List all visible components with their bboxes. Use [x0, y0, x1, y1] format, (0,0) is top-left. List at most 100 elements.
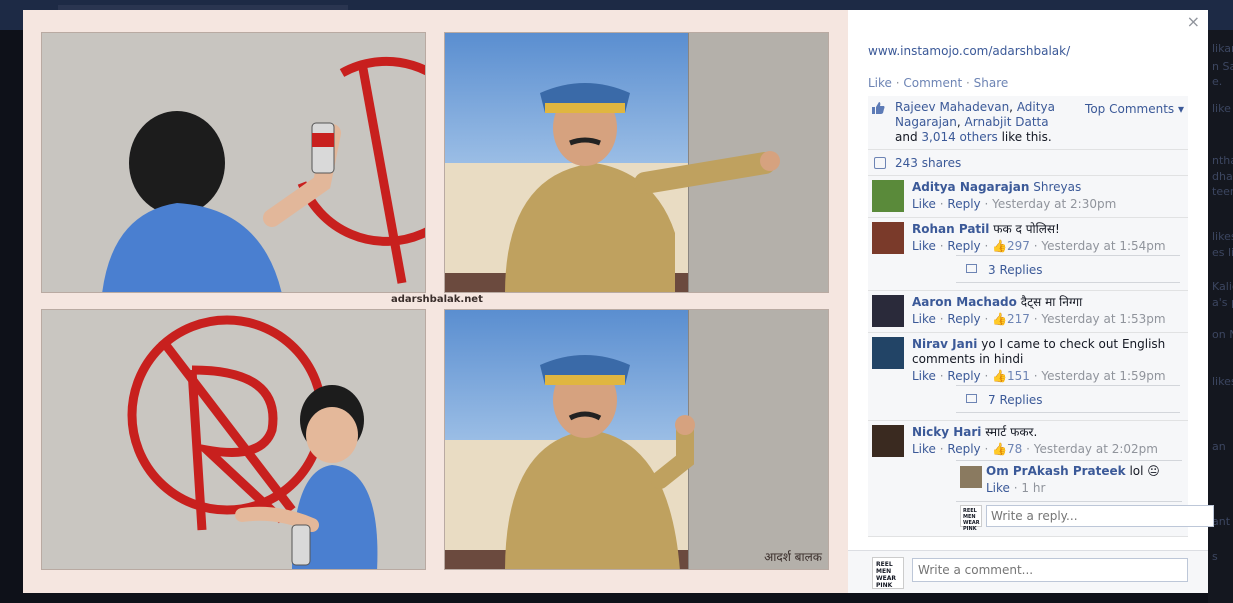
- post-actions: Like · Comment · Share: [868, 76, 1008, 90]
- separator: ·: [1009, 481, 1022, 495]
- comment-reply-link[interactable]: Reply: [947, 312, 980, 326]
- avatar[interactable]: [872, 180, 904, 212]
- avatar[interactable]: [872, 425, 904, 457]
- commenter-name[interactable]: Om PrAkash Prateek: [986, 464, 1126, 478]
- backdrop-snippet: likes: [1212, 375, 1233, 388]
- separator: ·: [935, 197, 948, 211]
- comment-meta: Like · Reply · 👍297 · Yesterday at 1:54p…: [912, 239, 1188, 253]
- backdrop-snippet: an: [1212, 440, 1226, 453]
- comment-like-link[interactable]: Like: [912, 442, 936, 456]
- liker-name[interactable]: Arnabjit Datta: [965, 115, 1049, 129]
- comment-meta: Like · Reply · 👍78 · Yesterday at 2:02pm: [912, 442, 1188, 456]
- comic-panel-1: [41, 32, 426, 293]
- comment-like-count[interactable]: 👍78: [992, 442, 1022, 456]
- separator: ·: [980, 312, 993, 326]
- avatar[interactable]: [872, 337, 904, 369]
- and-text: and: [895, 130, 922, 144]
- commenter-name[interactable]: Nicky Hari: [912, 425, 981, 439]
- thumbs-up-icon: 👍: [992, 239, 1008, 253]
- like-link[interactable]: Like: [868, 76, 892, 90]
- comment-item: Aditya Nagarajan Shreyas Like · Reply · …: [868, 176, 1188, 218]
- comment-like-count[interactable]: 👍151: [992, 369, 1030, 383]
- comment-link[interactable]: Comment: [903, 76, 962, 90]
- comic-illustration-4: [505, 355, 695, 569]
- view-replies[interactable]: 3 Replies: [956, 255, 1180, 283]
- comment-input[interactable]: [912, 558, 1188, 582]
- comment-meta: Like · Reply · Yesterday at 2:30pm: [912, 197, 1188, 211]
- like-count-value: 297: [1007, 239, 1030, 253]
- avatar[interactable]: [872, 295, 904, 327]
- artist-credit: adarshbalak.net: [391, 294, 483, 305]
- comment-like-count[interactable]: 👍217: [992, 312, 1030, 326]
- separator: ·: [980, 442, 993, 456]
- comment-like-link[interactable]: Like: [912, 197, 936, 211]
- comment-body: Rohan Patil फक द पोलिस!: [912, 222, 1188, 237]
- comment-like-link[interactable]: Like: [912, 239, 936, 253]
- comment-list: Aditya Nagarajan Shreyas Like · Reply · …: [868, 176, 1214, 537]
- avatar[interactable]: [960, 466, 982, 488]
- comment-timestamp[interactable]: Yesterday at 1:59pm: [1041, 369, 1165, 383]
- others-link[interactable]: 3,014 others: [921, 130, 997, 144]
- comment-reply-link[interactable]: Reply: [947, 369, 980, 383]
- comment-body: Aditya Nagarajan Shreyas: [912, 180, 1188, 195]
- backdrop-snippet: dhar: [1212, 170, 1233, 183]
- shares-count[interactable]: 243 shares: [895, 156, 961, 170]
- comment-timestamp[interactable]: Yesterday at 2:30pm: [992, 197, 1116, 211]
- like-count-value: 151: [1007, 369, 1030, 383]
- comic-panel-4: आदर्श बालक: [444, 309, 829, 570]
- comic-illustration-2: [505, 83, 780, 292]
- separator: ·: [935, 239, 948, 253]
- backdrop-snippet: e.: [1212, 75, 1223, 88]
- backdrop-snippet: likes: [1212, 230, 1233, 243]
- comment-meta: Like · Reply · 👍151 · Yesterday at 1:59p…: [912, 369, 1188, 383]
- separator: ·: [891, 76, 904, 90]
- post-link[interactable]: www.instamojo.com/adarshbalak/: [868, 44, 1070, 58]
- avatar[interactable]: [872, 222, 904, 254]
- comment-meta: Like · Reply · 👍217 · Yesterday at 1:53p…: [912, 312, 1188, 326]
- comment-text: दैट्स मा निग्गा: [1020, 295, 1083, 309]
- photo-viewer: adarshbalak.net आदर्श बालक: [23, 10, 848, 593]
- replies-icon: [966, 394, 977, 403]
- replies-count[interactable]: 7 Replies: [988, 393, 1043, 407]
- comment-timestamp[interactable]: Yesterday at 2:02pm: [1034, 442, 1158, 456]
- comment-timestamp[interactable]: Yesterday at 1:53pm: [1041, 312, 1165, 326]
- comment-like-link[interactable]: Like: [912, 369, 936, 383]
- thumbs-up-icon: 👍: [992, 312, 1008, 326]
- reply-input[interactable]: [986, 505, 1214, 527]
- comic-panel-3: [41, 309, 426, 570]
- feedback-box: Rajeev Mahadevan, Aditya Nagarajan, Arna…: [868, 96, 1214, 537]
- comment-item: Aaron Machado दैट्स मा निग्गा Like · Rep…: [868, 291, 1188, 333]
- comment-like-count[interactable]: 👍297: [992, 239, 1030, 253]
- comic-panel-2: [444, 32, 829, 293]
- commenter-name[interactable]: Aaron Machado: [912, 295, 1017, 309]
- backdrop-snippet: s: [1212, 550, 1218, 563]
- comment-text: स्मार्ट फकर.: [985, 425, 1038, 439]
- comment-reply-link[interactable]: Reply: [947, 197, 980, 211]
- comment-like-link[interactable]: Like: [986, 481, 1010, 495]
- comment-reply-link[interactable]: Reply: [947, 442, 980, 456]
- backdrop-snippet: es lin: [1212, 246, 1233, 259]
- commenter-name[interactable]: Aditya Nagarajan: [912, 180, 1029, 194]
- comment-reply-link[interactable]: Reply: [947, 239, 980, 253]
- comment-text: फक द पोलिस!: [993, 222, 1060, 236]
- artist-signature: आदर्श बालक: [764, 550, 822, 564]
- viewer-avatar: REEL MEN WEAR PINK: [960, 505, 982, 532]
- top-comments-dropdown[interactable]: Top Comments ▾: [1085, 102, 1184, 116]
- liker-name[interactable]: Rajeev Mahadevan: [895, 100, 1009, 114]
- shares-icon: [874, 157, 886, 169]
- replies-icon: [966, 264, 977, 273]
- commenter-name[interactable]: Rohan Patil: [912, 222, 989, 236]
- comment-timestamp[interactable]: Yesterday at 1:54pm: [1041, 239, 1165, 253]
- comments-sidebar: × www.instamojo.com/adarshbalak/ Like · …: [848, 10, 1214, 593]
- share-link[interactable]: Share: [974, 76, 1009, 90]
- comment-like-link[interactable]: Like: [912, 312, 936, 326]
- shares-row[interactable]: 243 shares: [868, 150, 1188, 176]
- close-icon[interactable]: ×: [1187, 12, 1200, 31]
- view-replies[interactable]: 7 Replies: [956, 385, 1180, 413]
- separator: ·: [1029, 369, 1042, 383]
- comment-timestamp[interactable]: 1 hr: [1021, 481, 1045, 495]
- commenter-name[interactable]: Nirav Jani: [912, 337, 977, 351]
- comic-illustration-1: [102, 56, 425, 292]
- replies-count[interactable]: 3 Replies: [988, 263, 1043, 277]
- comment-body: Om PrAkash Prateek lol 😐: [986, 464, 1182, 479]
